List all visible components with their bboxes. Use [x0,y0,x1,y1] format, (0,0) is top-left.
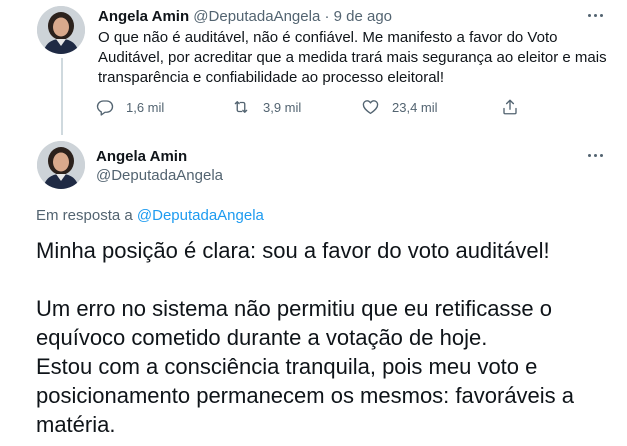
reply-icon [96,100,114,116]
tweet-date[interactable]: 9 de ago [334,8,392,25]
retweet-icon [234,101,248,113]
like-count: 23,4 mil [392,99,438,115]
thread-connector-line [61,58,63,135]
author-handle[interactable]: @DeputadaAngela [193,8,320,25]
author-name[interactable]: Angela Amin [96,148,187,166]
tweet-header: Angela Amin @DeputadaAngela · 9 de ago [98,8,392,26]
tweet-text: O que não é auditável, não é confiável. … [98,29,607,86]
author-handle[interactable]: @DeputadaAngela [96,167,223,185]
more-icon[interactable] [583,7,607,23]
avatar[interactable] [37,6,85,54]
avatar[interactable] [37,141,85,189]
reply-count: 1,6 mil [126,99,165,115]
share-button[interactable] [501,96,519,118]
reply-prefix: Em resposta a [36,207,133,224]
reply-context: Em resposta a @DeputadaAngela [36,207,264,225]
tweet-paragraph: Um erro no sistema não permitiu que eu r… [36,296,553,350]
like-button[interactable]: 23,4 mil [361,96,438,118]
like-icon [362,100,379,115]
retweet-count: 3,9 mil [263,99,302,115]
reply-handle-link[interactable]: @DeputadaAngela [137,207,264,224]
retweet-button[interactable]: 3,9 mil [231,96,301,118]
tweet-paragraph: Minha posição é clara: sou a favor do vo… [36,238,550,263]
author-name[interactable]: Angela Amin [98,8,189,25]
reply-button[interactable]: 1,6 mil [96,96,164,118]
tweet-paragraph: Estou com a consciência tranquila, pois … [36,354,575,437]
separator-dot: · [324,8,330,25]
tweet-thread: Angela Amin @DeputadaAngela · 9 de ago O… [0,0,627,446]
more-icon[interactable] [583,147,607,163]
tweet-actions: 1,6 mil 3,9 mil 23,4 mil [96,96,526,118]
tweet-text: Minha posição é clara: sou a favor do vo… [36,236,622,439]
share-icon [503,99,517,115]
